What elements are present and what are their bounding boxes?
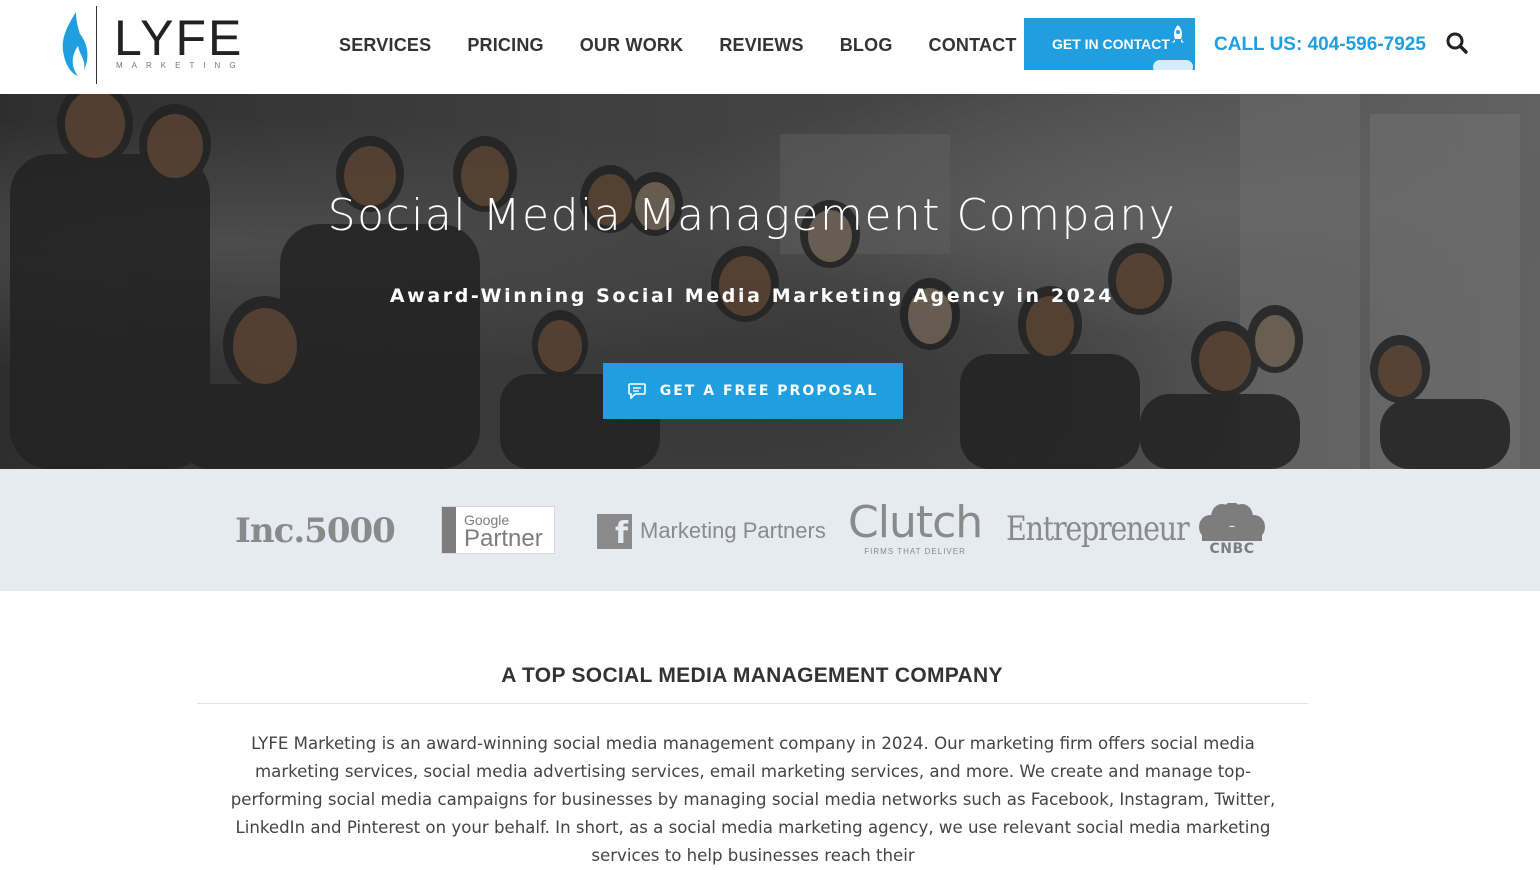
nav-contact[interactable]: CONTACT	[929, 34, 1017, 56]
logo-divider	[96, 6, 97, 84]
main-nav: SERVICES PRICING OUR WORK REVIEWS BLOG C…	[339, 34, 1053, 56]
clutch-logo: Clutch FIRMS THAT DELIVER	[848, 497, 983, 557]
section-divider	[197, 703, 1308, 704]
cnbc-logo: CNBC	[1198, 503, 1266, 557]
clutch-tagline: FIRMS THAT DELIVER	[864, 547, 966, 556]
nav-pricing[interactable]: PRICING	[467, 34, 543, 56]
clutch-wordmark: Clutch	[848, 497, 983, 548]
cnbc-wordmark: CNBC	[1209, 541, 1255, 557]
logo-wordmark: LYFE	[114, 10, 244, 66]
facebook-marketing-partners-logo: f Marketing Partners	[597, 512, 826, 550]
google-partner-strip	[442, 507, 456, 553]
nav-our-work[interactable]: OUR WORK	[580, 34, 684, 56]
logo-subtext: MARKETING	[116, 61, 245, 70]
free-proposal-label: GET A FREE PROPOSAL	[659, 383, 879, 399]
nav-blog[interactable]: BLOG	[840, 34, 893, 56]
inc-5000-logo: Inc.5000	[235, 511, 396, 551]
free-proposal-button[interactable]: GET A FREE PROPOSAL	[603, 363, 903, 419]
hero-banner: Social Media Management Company Award-Wi…	[0, 94, 1540, 469]
search-icon[interactable]	[1445, 31, 1469, 55]
chat-icon	[627, 383, 646, 399]
rocket-icon	[1172, 25, 1184, 43]
hero-title: Social Media Management Company	[327, 190, 1177, 241]
press-logo-strip: Inc.5000 Google Partner f Marketing Part…	[0, 469, 1540, 591]
flame-icon	[62, 12, 88, 76]
get-in-contact-label: GET IN CONTACT	[1052, 36, 1170, 52]
nav-services[interactable]: SERVICES	[339, 34, 431, 56]
intro-paragraph: LYFE Marketing is an award-winning socia…	[230, 734, 1276, 865]
entrepreneur-logo: Entrepreneur	[1006, 509, 1190, 549]
site-header: LYFE MARKETING SERVICES PRICING OUR WORK…	[0, 0, 1540, 94]
peacock-icon	[1199, 503, 1265, 541]
cloud-decoration	[1153, 60, 1193, 70]
get-in-contact-button[interactable]: GET IN CONTACT	[1024, 18, 1195, 70]
phone-link[interactable]: CALL US: 404-596-7925	[1214, 34, 1426, 56]
section-title: A TOP SOCIAL MEDIA MANAGEMENT COMPANY	[501, 664, 1003, 687]
lyfe-logo[interactable]: LYFE MARKETING	[60, 6, 244, 86]
facebook-partners-label: Marketing Partners	[640, 518, 826, 543]
google-partner-bottom: Partner	[464, 525, 543, 552]
hero-subtitle: Award-Winning Social Media Marketing Age…	[389, 285, 1115, 307]
facebook-icon: f	[597, 513, 632, 549]
nav-reviews[interactable]: REVIEWS	[719, 34, 803, 56]
google-partner-logo: Google Partner	[441, 506, 555, 554]
